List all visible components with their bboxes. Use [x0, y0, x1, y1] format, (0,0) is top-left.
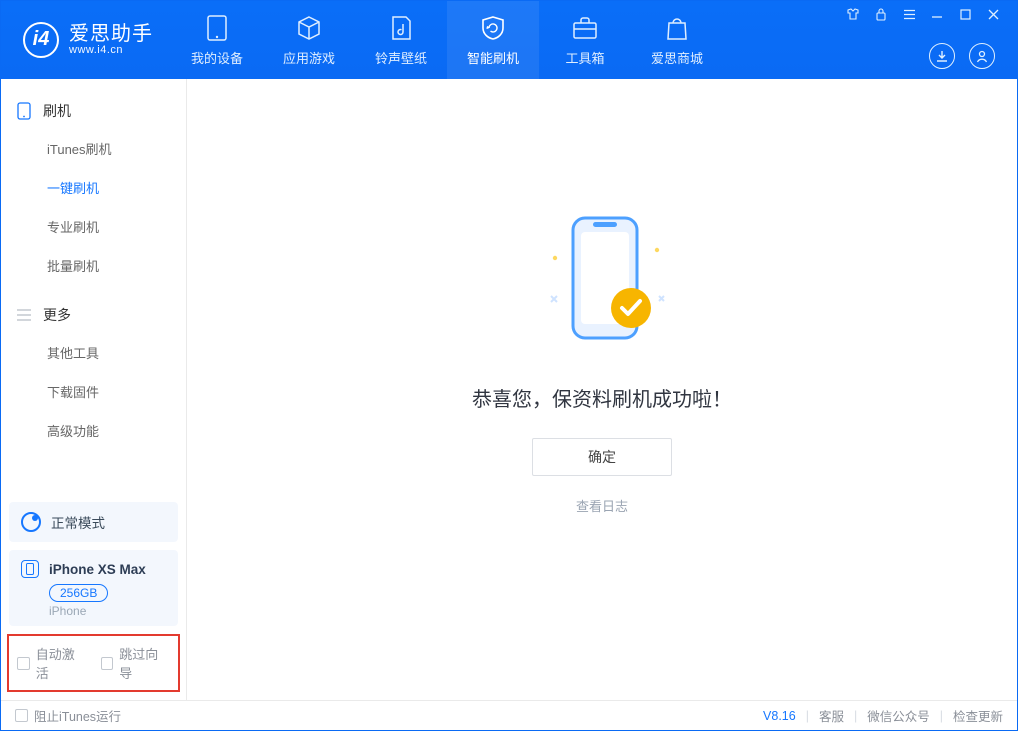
sidebar-item-itunes-flash[interactable]: iTunes刷机 — [1, 129, 186, 168]
checkbox-auto-activate[interactable]: 自动激活 — [17, 644, 87, 682]
sidebar-bottom: 正常模式 iPhone XS Max 256GB iPhone 自动激活 — [1, 494, 186, 700]
app-title: 爱思助手 — [69, 24, 153, 44]
checkbox-box-icon — [15, 709, 28, 722]
cube-icon — [295, 14, 323, 42]
separator: | — [854, 709, 857, 723]
sidebar-cat-label: 更多 — [43, 305, 71, 325]
top-nav: 我的设备 应用游戏 铃声壁纸 智能刷机 工具箱 爱思商城 — [171, 1, 723, 79]
close-icon[interactable] — [985, 7, 1001, 21]
phone-icon — [203, 14, 231, 42]
logo-icon: i4 — [23, 22, 59, 58]
app-window: i4 爱思助手 www.i4.cn 我的设备 应用游戏 铃声壁纸 智能刷机 — [0, 0, 1018, 731]
checkbox-skip-guide[interactable]: 跳过向导 — [101, 644, 171, 682]
device-type: iPhone — [49, 604, 166, 618]
nav-my-device[interactable]: 我的设备 — [171, 1, 263, 79]
phone-small-icon — [15, 102, 33, 120]
separator: | — [940, 709, 943, 723]
sidebar-cat-label: 刷机 — [43, 101, 71, 121]
logo-text: 爱思助手 www.i4.cn — [69, 24, 153, 56]
checkbox-box-icon — [101, 657, 114, 670]
nav-label: 铃声壁纸 — [375, 48, 427, 67]
menu-small-icon — [15, 306, 33, 324]
main-content: 恭喜您，保资料刷机成功啦！ 确定 查看日志 — [187, 79, 1017, 700]
checkbox-label: 自动激活 — [36, 644, 87, 682]
maximize-icon[interactable] — [957, 7, 973, 21]
logo: i4 爱思助手 www.i4.cn — [1, 1, 171, 79]
shirt-icon[interactable] — [845, 7, 861, 21]
view-log-link[interactable]: 查看日志 — [576, 496, 628, 515]
status-left: 阻止iTunes运行 — [15, 706, 121, 725]
nav-apps-games[interactable]: 应用游戏 — [263, 1, 355, 79]
sidebar-item-other-tools[interactable]: 其他工具 — [1, 333, 186, 372]
briefcase-icon — [571, 14, 599, 42]
nav-smart-flash[interactable]: 智能刷机 — [447, 1, 539, 79]
titlebar-right — [845, 1, 1007, 79]
device-phone-icon — [21, 560, 39, 578]
sidebar-item-oneclick-flash[interactable]: 一键刷机 — [1, 168, 186, 207]
checkbox-box-icon — [17, 657, 30, 670]
lock-icon[interactable] — [873, 7, 889, 21]
success-illustration — [507, 204, 697, 359]
options-highlight: 自动激活 跳过向导 — [7, 634, 180, 692]
device-capacity: 256GB — [49, 584, 108, 602]
checkbox-block-itunes[interactable]: 阻止iTunes运行 — [15, 706, 121, 725]
menu-icon[interactable] — [901, 7, 917, 21]
title-bar: i4 爱思助手 www.i4.cn 我的设备 应用游戏 铃声壁纸 智能刷机 — [1, 1, 1017, 79]
window-controls — [845, 7, 1001, 21]
status-right: V8.16 | 客服 | 微信公众号 | 检查更新 — [763, 706, 1003, 725]
nav-store[interactable]: 爱思商城 — [631, 1, 723, 79]
sidebar-item-batch-flash[interactable]: 批量刷机 — [1, 246, 186, 285]
nav-ring-wallpaper[interactable]: 铃声壁纸 — [355, 1, 447, 79]
sidebar-item-pro-flash[interactable]: 专业刷机 — [1, 207, 186, 246]
nav-label: 智能刷机 — [467, 48, 519, 67]
wechat-link[interactable]: 微信公众号 — [867, 706, 930, 725]
nav-label: 我的设备 — [191, 48, 243, 67]
minimize-icon[interactable] — [929, 7, 945, 21]
user-icon[interactable] — [969, 43, 995, 69]
sidebar-cat-flash: 刷机 — [1, 93, 186, 129]
bag-icon — [663, 14, 691, 42]
status-bar: 阻止iTunes运行 V8.16 | 客服 | 微信公众号 | 检查更新 — [1, 700, 1017, 730]
success-message: 恭喜您，保资料刷机成功啦！ — [472, 383, 732, 412]
sidebar-cat-more: 更多 — [1, 297, 186, 333]
shield-refresh-icon — [479, 14, 507, 42]
app-subtitle: www.i4.cn — [69, 44, 153, 56]
sidebar-item-advanced[interactable]: 高级功能 — [1, 411, 186, 450]
check-update-link[interactable]: 检查更新 — [953, 706, 1003, 725]
separator: | — [806, 709, 809, 723]
download-icon[interactable] — [929, 43, 955, 69]
mode-label: 正常模式 — [51, 512, 105, 532]
mode-icon — [21, 512, 41, 532]
sidebar-item-download-firmware[interactable]: 下载固件 — [1, 372, 186, 411]
checkbox-label: 跳过向导 — [119, 644, 170, 682]
mode-card[interactable]: 正常模式 — [9, 502, 178, 542]
nav-label: 应用游戏 — [283, 48, 335, 67]
version-label: V8.16 — [763, 709, 796, 723]
sidebar-scroll: 刷机 iTunes刷机 一键刷机 专业刷机 批量刷机 更多 其他工具 下载固件 … — [1, 79, 186, 494]
nav-label: 爱思商城 — [651, 48, 703, 67]
user-controls — [929, 43, 995, 69]
checkbox-label: 阻止iTunes运行 — [34, 706, 121, 725]
nav-toolbox[interactable]: 工具箱 — [539, 1, 631, 79]
device-name: iPhone XS Max — [49, 562, 146, 577]
ok-button[interactable]: 确定 — [532, 438, 672, 476]
support-link[interactable]: 客服 — [819, 706, 844, 725]
nav-label: 工具箱 — [565, 48, 604, 67]
body: 刷机 iTunes刷机 一键刷机 专业刷机 批量刷机 更多 其他工具 下载固件 … — [1, 79, 1017, 700]
device-card[interactable]: iPhone XS Max 256GB iPhone — [9, 550, 178, 626]
sidebar: 刷机 iTunes刷机 一键刷机 专业刷机 批量刷机 更多 其他工具 下载固件 … — [1, 79, 187, 700]
music-file-icon — [387, 14, 415, 42]
